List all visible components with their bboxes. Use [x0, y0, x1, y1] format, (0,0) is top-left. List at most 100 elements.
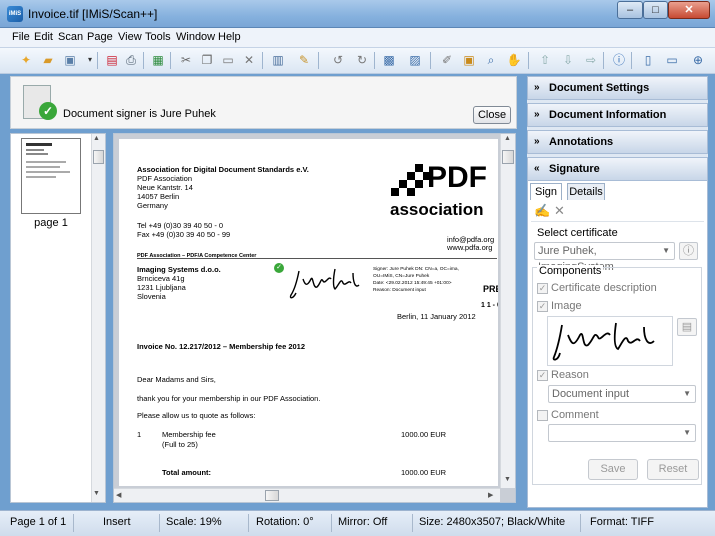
scroll-down-icon[interactable]: ▼: [504, 476, 511, 483]
scroll-up-icon[interactable]: ▲: [504, 135, 511, 142]
split-icon[interactable]: ▨: [407, 52, 423, 68]
browse-image-icon[interactable]: ▤: [677, 318, 697, 336]
invoice-title: Invoice No. 12.217/2012 – Membership fee…: [137, 342, 306, 351]
scroll-thumb[interactable]: [502, 150, 514, 164]
scroll-up-icon[interactable]: ▲: [93, 135, 100, 142]
document-vertical-scrollbar[interactable]: ▲ ▼: [500, 134, 515, 488]
menu-window[interactable]: Window: [176, 31, 215, 43]
menu-file[interactable]: File: [12, 31, 30, 43]
select-icon[interactable]: ▣: [461, 52, 477, 68]
signature-image: [552, 322, 655, 361]
cert-description-checkbox[interactable]: ✓: [537, 283, 548, 294]
logo-association-text: association: [390, 200, 484, 219]
page-thumbnail[interactable]: [21, 138, 81, 214]
status-separator: [248, 514, 249, 532]
scroll-down-icon[interactable]: ▼: [93, 490, 100, 497]
menu-help[interactable]: Help: [218, 31, 241, 43]
reason-checkbox[interactable]: ✓: [537, 370, 548, 381]
divider: [137, 258, 497, 259]
reset-button[interactable]: Reset: [647, 459, 699, 480]
document-view[interactable]: Association for Digital Document Standar…: [113, 133, 516, 503]
select-certificate-label: Select certificate: [537, 227, 618, 239]
reason-dropdown[interactable]: Document input ▼: [548, 385, 696, 403]
section-document-settings[interactable]: » Document Settings: [527, 76, 708, 100]
maximize-icon[interactable]: □: [643, 1, 668, 19]
document-horizontal-scrollbar[interactable]: ◀ ▶: [114, 488, 500, 502]
remove-signature-icon[interactable]: ✕: [554, 203, 565, 219]
tab-details[interactable]: Details: [567, 183, 605, 200]
checkmark-icon: ✓: [39, 102, 57, 120]
close-window-icon[interactable]: ✕: [668, 1, 710, 19]
print-icon[interactable]: ⎙: [123, 52, 139, 68]
comment-checkbox[interactable]: [537, 410, 548, 421]
dropdown-icon[interactable]: ▾: [82, 52, 98, 68]
web-line: www.pdfa.org: [447, 243, 493, 252]
image-label: Image: [551, 300, 582, 312]
item-subtitle: (Full to 25): [162, 440, 198, 449]
rotate-left-icon[interactable]: ↺: [330, 52, 346, 68]
title-bar[interactable]: iMiS Invoice.tif [IMiS/Scan++] – □ ✕: [0, 0, 715, 28]
up-icon[interactable]: ⇧: [537, 52, 553, 68]
minimize-icon[interactable]: –: [617, 1, 643, 19]
image-checkbox[interactable]: ✓: [537, 301, 548, 312]
menu-edit[interactable]: Edit: [34, 31, 53, 43]
edit-icon[interactable]: ✎: [296, 52, 312, 68]
cut-icon[interactable]: ✂: [178, 52, 194, 68]
section-signature[interactable]: « Signature: [527, 157, 708, 181]
tab-sign[interactable]: Sign: [530, 183, 562, 200]
window-icon[interactable]: ▭: [664, 52, 680, 68]
section-document-information[interactable]: » Document Information: [527, 103, 708, 127]
expand-icon: »: [534, 136, 540, 147]
menu-view[interactable]: View: [118, 31, 142, 43]
status-scale: Scale: 19%: [166, 516, 222, 528]
menu-page[interactable]: Page: [87, 31, 113, 43]
hand-icon[interactable]: ✋: [506, 52, 522, 68]
scroll-right-icon[interactable]: ▶: [488, 491, 493, 499]
scroll-left-icon[interactable]: ◀: [116, 491, 121, 499]
section-annotations[interactable]: » Annotations: [527, 130, 708, 154]
comment-dropdown[interactable]: ▼: [548, 424, 696, 442]
thumbnail-scrollbar[interactable]: ▲ ▼: [91, 134, 105, 502]
save-button[interactable]: Save: [588, 459, 638, 480]
menu-bar: File Edit Scan Page View Tools Window He…: [0, 28, 715, 48]
stamp-icon[interactable]: ✐: [439, 52, 455, 68]
save-icon[interactable]: ▣: [62, 52, 78, 68]
menu-scan[interactable]: Scan: [58, 31, 83, 43]
sign-icon[interactable]: ✍: [534, 203, 550, 219]
toolbar-separator: [528, 52, 529, 69]
status-mode: Insert: [103, 516, 131, 528]
close-button[interactable]: Close: [473, 106, 511, 124]
next-icon[interactable]: ⇨: [583, 52, 599, 68]
zoom-icon[interactable]: ⌕: [483, 52, 499, 68]
properties-icon[interactable]: ▥: [270, 52, 286, 68]
menu-tools[interactable]: Tools: [145, 31, 171, 43]
paste-icon[interactable]: ▭: [220, 52, 236, 68]
status-format: Format: TIFF: [590, 516, 654, 528]
rotate-right-icon[interactable]: ↻: [354, 52, 370, 68]
zoom-fit-icon[interactable]: ⊕: [690, 52, 706, 68]
scroll-thumb[interactable]: [265, 490, 279, 501]
down-icon[interactable]: ⇩: [560, 52, 576, 68]
merge-icon[interactable]: ▩: [381, 52, 397, 68]
certificate-dropdown[interactable]: Jure Puhek, ImagingSystem ▼: [534, 242, 675, 273]
item-number: 1: [137, 430, 142, 439]
sig-meta-line: OU=IMiS, CN=Jure Puhek: [373, 274, 430, 279]
copy-icon[interactable]: ❐: [199, 52, 215, 68]
thanks-line: thank you for your membership in our PDF…: [137, 394, 321, 403]
info-icon[interactable]: ⓘ: [611, 52, 627, 68]
page-icon[interactable]: ▯: [640, 52, 656, 68]
new-icon[interactable]: ✦: [18, 52, 34, 68]
toolbar-separator: [170, 52, 171, 69]
delete-icon[interactable]: ✕: [241, 52, 257, 68]
chevron-down-icon: ▼: [662, 246, 670, 255]
properties-panel: » Document Settings » Document Informati…: [527, 76, 708, 508]
status-mirror: Mirror: Off: [338, 516, 388, 528]
total-label: Total amount:: [162, 468, 212, 477]
open-icon[interactable]: ▰: [40, 52, 56, 68]
scroll-thumb[interactable]: [93, 150, 104, 164]
export-icon[interactable]: ▦: [150, 52, 166, 68]
recipient-line: Imaging Systems d.o.o.: [137, 265, 221, 274]
pdf-icon[interactable]: ▤: [104, 52, 120, 68]
signature-image: [289, 268, 360, 299]
certificate-info-icon[interactable]: ⓘ: [679, 242, 698, 260]
